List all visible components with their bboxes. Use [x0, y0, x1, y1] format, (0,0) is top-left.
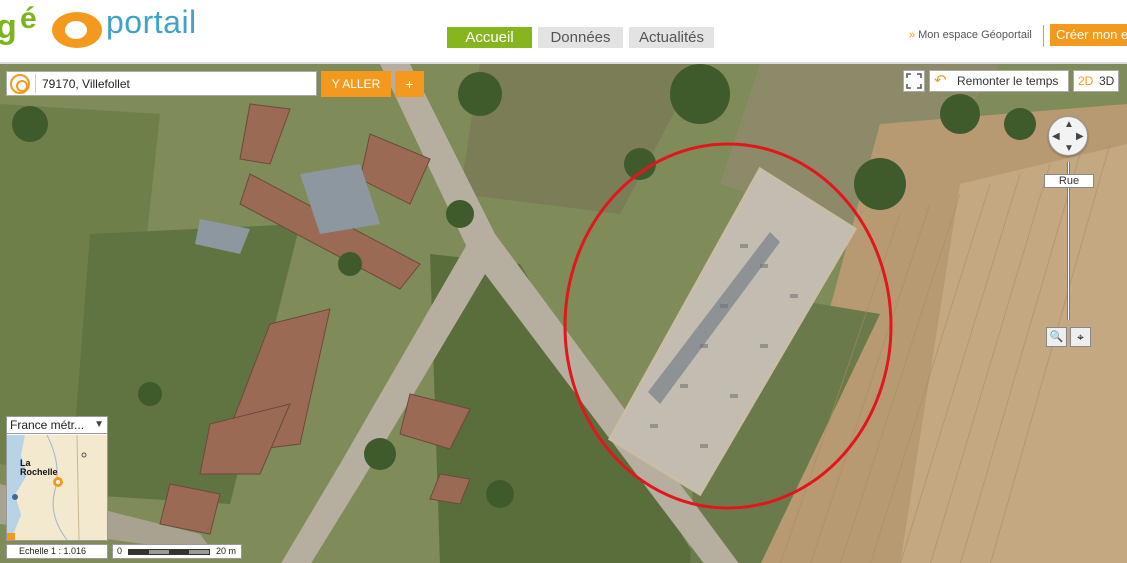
- geoportail-app: g é portail Accueil Données Actualités »…: [0, 0, 1127, 563]
- overview-city-label-2: Rochelle: [20, 467, 58, 477]
- pan-up-icon[interactable]: ▲: [1064, 119, 1074, 130]
- scale-ratio: Echelle 1 : 1.016: [6, 544, 108, 559]
- undo-arrow-icon: ↶: [934, 72, 947, 89]
- pan-left-icon[interactable]: ◀: [1052, 131, 1060, 142]
- create-account-button[interactable]: Créer mon e: [1050, 24, 1127, 46]
- tab-actualites[interactable]: Actualités: [629, 27, 714, 48]
- tab-accueil[interactable]: Accueil: [447, 27, 532, 48]
- scale-bar: 0 20 m: [112, 544, 242, 559]
- go-button[interactable]: Y ALLER: [321, 71, 391, 97]
- chevron-down-icon: ▼: [94, 419, 104, 430]
- logo-letter-o: [52, 12, 102, 48]
- logo-letter-g: g: [0, 8, 17, 46]
- logo-text: portail: [106, 4, 197, 40]
- header: g é portail Accueil Données Actualités »…: [0, 0, 1127, 62]
- scale-bar-start: 0: [117, 546, 123, 556]
- aerial-imagery: [0, 64, 1127, 563]
- overview-map[interactable]: France métr... ▼ La Rochelle: [6, 416, 108, 541]
- plus-button[interactable]: +: [395, 71, 424, 97]
- territory-select[interactable]: France métr... ▼: [7, 417, 107, 434]
- dimension-toggle: 2D 3D: [1073, 70, 1119, 92]
- crosshair-icon[interactable]: ⌖: [1070, 327, 1091, 347]
- pan-down-icon[interactable]: ▼: [1064, 143, 1074, 154]
- logo-letter-e: é: [20, 2, 37, 35]
- scale-bar-graphic: [128, 549, 210, 555]
- overview-thumbnail: [7, 435, 107, 540]
- aerial-map[interactable]: Y ALLER + ↶ Remonter le temps 2D 3D ▲ ▼ …: [0, 62, 1127, 563]
- territory-select-value: France métr...: [10, 418, 85, 432]
- espace-link-label: Mon espace Géoportail: [918, 29, 1032, 41]
- search-box: [6, 71, 317, 96]
- time-travel-label: Remonter le temps: [957, 74, 1059, 88]
- pan-right-icon[interactable]: ▶: [1076, 131, 1084, 142]
- geoportail-logo[interactable]: g é portail: [0, 2, 220, 50]
- tab-donnees[interactable]: Données: [538, 27, 623, 48]
- espace-link[interactable]: » Mon espace Géoportail: [909, 29, 1032, 41]
- time-travel-button[interactable]: ↶ Remonter le temps: [929, 70, 1069, 92]
- fullscreen-icon[interactable]: [903, 70, 925, 92]
- divider: [1043, 25, 1044, 47]
- zoom-level-label[interactable]: Rue: [1044, 174, 1094, 188]
- mode-3d-button[interactable]: 3D: [1099, 71, 1114, 91]
- scale-bar-end: 20 m: [216, 546, 237, 556]
- pan-control[interactable]: ▲ ▼ ◀ ▶: [1048, 116, 1088, 156]
- zoom-box-icon[interactable]: 🔍: [1046, 327, 1067, 347]
- locate-icon[interactable]: [10, 74, 30, 94]
- arrow-icon: »: [909, 29, 916, 41]
- search-input[interactable]: [35, 74, 313, 93]
- mode-2d-button[interactable]: 2D: [1078, 71, 1093, 91]
